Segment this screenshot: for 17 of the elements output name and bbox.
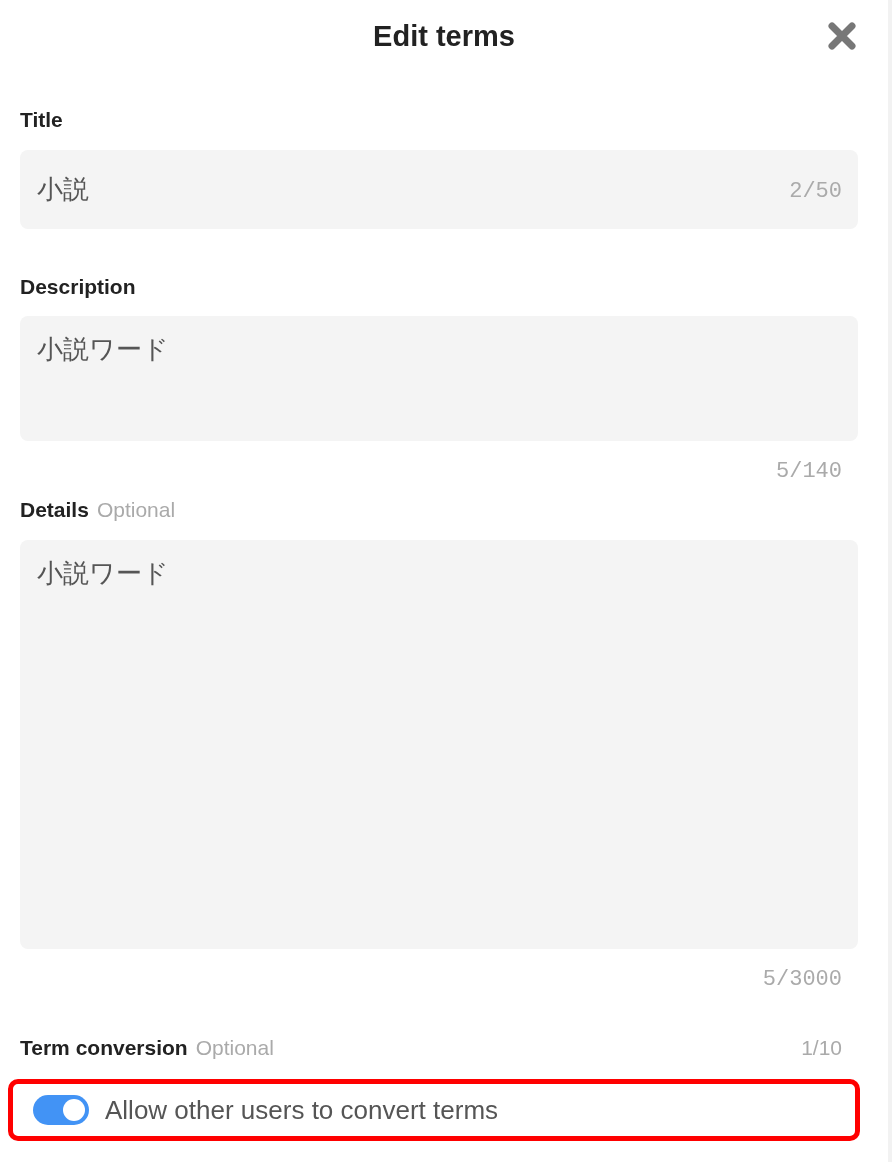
field-label: Title <box>20 107 63 133</box>
field-label: Term conversion <box>20 1034 188 1061</box>
char-counter: 5/140 <box>776 458 842 486</box>
toggle-label: Allow other users to convert terms <box>105 1093 499 1127</box>
field-label: Description <box>20 273 136 300</box>
text-area-field[interactable]: 小説ワード <box>20 316 858 441</box>
toggle-switch[interactable] <box>33 1095 89 1125</box>
field-label: Details <box>20 497 89 523</box>
optional-hint: Optional <box>195 1034 274 1061</box>
counter: 1/10 <box>801 1034 843 1061</box>
close-button[interactable] <box>826 20 858 52</box>
char-counter: 2/50 <box>789 177 842 206</box>
optional-hint: Optional <box>96 497 176 523</box>
dialog-title: Edit terms <box>373 19 515 55</box>
text-area-field[interactable]: 小説ワード <box>20 539 858 949</box>
char-counter: 5/3000 <box>762 965 842 994</box>
close-icon <box>827 21 857 51</box>
